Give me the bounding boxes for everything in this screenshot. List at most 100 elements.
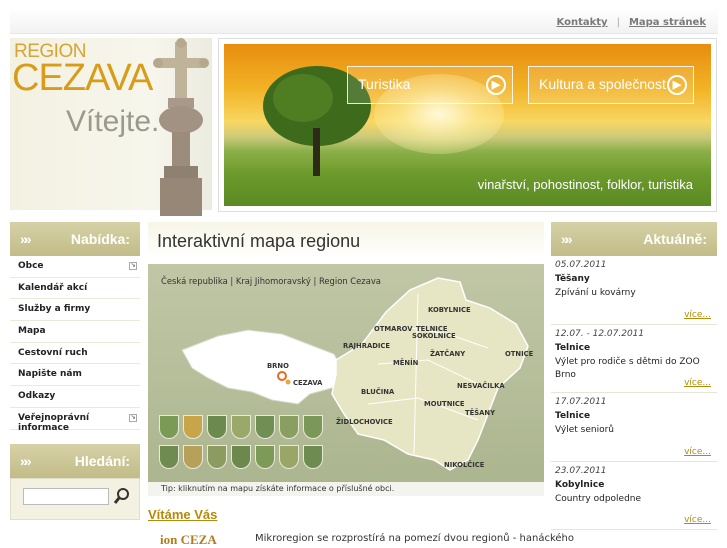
coat-of-arms-icon[interactable] bbox=[255, 445, 275, 469]
coat-of-arms-icon[interactable] bbox=[183, 415, 203, 439]
chevrons-icon: »» bbox=[561, 231, 572, 247]
submenu-icon: ↘ bbox=[129, 262, 137, 270]
news-date: 12.07. - 12.07.2011 bbox=[555, 328, 645, 339]
coat-of-arms-icon[interactable] bbox=[159, 415, 179, 439]
map-town[interactable]: RAJHRADICE bbox=[343, 342, 390, 350]
coat-of-arms-icon[interactable] bbox=[183, 445, 203, 469]
culture-arrow-icon: ▶ bbox=[667, 75, 687, 95]
map-town[interactable]: TELNICE bbox=[416, 325, 447, 333]
map-town[interactable]: NESVAČILKA bbox=[457, 382, 505, 390]
sidebar-item-cestovni-ruch[interactable]: Cestovní ruch bbox=[10, 343, 140, 365]
sidebar-item-label: Kalendář akcí bbox=[18, 282, 88, 293]
news-more-link[interactable]: více... bbox=[684, 310, 711, 320]
map-town[interactable]: ŽIDLOCHOVICE bbox=[336, 418, 393, 426]
sidebar-item-kalendar[interactable]: Kalendář akcí bbox=[10, 278, 140, 300]
news-item: 17.07.2011 Telnice Výlet seniorů více... bbox=[551, 393, 717, 462]
search-box bbox=[10, 478, 140, 520]
coat-of-arms-icon[interactable] bbox=[231, 445, 251, 469]
tourism-link-label: Turistika bbox=[358, 76, 411, 92]
banner-tagline: vinařství, pohostinost, folklor, turisti… bbox=[477, 177, 693, 192]
sidebar-item-label: Cestovní ruch bbox=[18, 347, 88, 358]
stone-cross-icon bbox=[153, 38, 209, 216]
news-title: Aktuálně: bbox=[643, 231, 707, 247]
region-logo-fragment: ion CEZA bbox=[160, 532, 217, 547]
sitemap-link[interactable]: Mapa stránek bbox=[629, 17, 706, 28]
coat-of-arms-icon[interactable] bbox=[207, 415, 227, 439]
news-more-link[interactable]: více... bbox=[684, 447, 711, 457]
coat-of-arms-icon[interactable] bbox=[303, 415, 323, 439]
sidebar-item-label: Mapa bbox=[18, 326, 46, 337]
search-icon[interactable] bbox=[113, 487, 131, 505]
news-item: 12.07. - 12.07.2011 Telnice Výlet pro ro… bbox=[551, 325, 717, 393]
news-date: 23.07.2011 bbox=[555, 465, 607, 476]
news-more-link[interactable]: více... bbox=[684, 515, 711, 525]
sidebar-item-label: Obce bbox=[18, 261, 44, 271]
top-link-separator: | bbox=[616, 17, 620, 28]
culture-link[interactable]: Kultura a společnost ▶ bbox=[528, 66, 694, 104]
search-header: »» Hledání: bbox=[10, 444, 140, 478]
welcome-heading[interactable]: Vítáme Vás bbox=[148, 507, 217, 522]
coat-of-arms-icon[interactable] bbox=[279, 415, 299, 439]
news-date: 17.07.2011 bbox=[555, 397, 607, 407]
news-text: Zpívání u kovárny bbox=[555, 288, 636, 298]
news-text: Výlet seniorů bbox=[555, 425, 615, 435]
top-links: Kontakty | Mapa stránek bbox=[557, 17, 706, 28]
map-town[interactable]: OTNICE bbox=[505, 350, 533, 358]
tourism-link[interactable]: Turistika ▶ bbox=[347, 66, 513, 104]
sidebar-item-sluzby[interactable]: Služby a firmy bbox=[10, 299, 140, 322]
news-header: »» Aktuálně: bbox=[551, 222, 717, 256]
sidebar-item-label: Veřejnoprávní informace bbox=[18, 412, 90, 433]
brand-name-text: CEZAVA bbox=[12, 57, 153, 99]
brand-logo[interactable]: REGION CEZAVA Vítejte. bbox=[10, 38, 212, 216]
coat-of-arms-icon[interactable] bbox=[303, 445, 323, 469]
sidebar-item-napiste-nam[interactable]: Napište nám bbox=[10, 364, 140, 387]
map-town[interactable]: MOUTNICE bbox=[424, 400, 465, 408]
coat-of-arms-icon[interactable] bbox=[207, 445, 227, 469]
news-place: Telnice bbox=[555, 342, 591, 353]
culture-link-label: Kultura a společnost bbox=[539, 76, 666, 92]
sidebar-item-label: Odkazy bbox=[18, 391, 56, 402]
map-town[interactable]: BLUČINA bbox=[361, 388, 394, 396]
news-more-link[interactable]: více... bbox=[684, 378, 711, 388]
search-title: Hledání: bbox=[74, 453, 130, 469]
sidebar-item-odkazy[interactable]: Odkazy bbox=[10, 386, 140, 408]
tourism-arrow-icon: ▶ bbox=[486, 75, 506, 95]
coat-of-arms-icon[interactable] bbox=[159, 445, 179, 469]
sidebar-menu: Obce ↘ Kalendář akcí Služby a firmy Mapa … bbox=[10, 256, 140, 433]
sidebar-item-label: Napište nám bbox=[18, 369, 82, 380]
map-town[interactable]: KOBYLNICE bbox=[428, 306, 471, 314]
menu-title: Nabídka: bbox=[70, 231, 130, 247]
news-text: Country odpoledne bbox=[555, 493, 642, 504]
chevrons-icon: »» bbox=[20, 231, 31, 247]
landscape-image: Turistika ▶ Kultura a společnost ▶ vinař… bbox=[224, 44, 711, 206]
map-label-brno: BRNO bbox=[267, 362, 289, 370]
map-label-cezava: CEZAVA bbox=[293, 379, 323, 387]
search-input[interactable] bbox=[23, 488, 109, 505]
news-item: 23.07.2011 Kobylnice Country odpoledne v… bbox=[551, 462, 717, 530]
coat-of-arms-icon[interactable] bbox=[231, 415, 251, 439]
submenu-icon: ↘ bbox=[129, 413, 137, 422]
chevrons-icon: »» bbox=[20, 453, 31, 469]
news-place: Kobylnice bbox=[555, 479, 605, 490]
sidebar-item-mapa[interactable]: Mapa bbox=[10, 321, 140, 343]
map-town[interactable]: SOKOLNICE bbox=[412, 332, 456, 340]
page-title: Interaktivní mapa regionu bbox=[148, 222, 544, 258]
news-place: Telnice bbox=[555, 411, 591, 421]
map-town[interactable]: NIKOLČICE bbox=[444, 461, 484, 469]
map-tip: Tip: kliknutím na mapu získáte informace… bbox=[161, 484, 395, 493]
news-item: 05.07.2011 Těšany Zpívání u kovárny více… bbox=[551, 256, 717, 325]
news-list: 05.07.2011 Těšany Zpívání u kovárny více… bbox=[551, 256, 717, 530]
map-town[interactable]: ŽATČANY bbox=[430, 350, 465, 358]
map-town[interactable]: MĚNÍN bbox=[393, 359, 418, 367]
coat-of-arms-icon[interactable] bbox=[279, 445, 299, 469]
map-town[interactable]: TĚŠANY bbox=[465, 409, 495, 417]
coat-of-arms-icon[interactable] bbox=[255, 415, 275, 439]
sidebar-item-obce[interactable]: Obce ↘ bbox=[10, 256, 140, 278]
sidebar-item-label: Služby a firmy bbox=[18, 304, 91, 315]
contacts-link[interactable]: Kontakty bbox=[557, 17, 608, 28]
menu-header: »» Nabídka: bbox=[10, 222, 140, 256]
map-town[interactable]: OTMAROV bbox=[374, 325, 413, 333]
region-map[interactable]: Česká republika | Kraj Jihomoravský | Re… bbox=[148, 264, 544, 496]
news-place: Těšany bbox=[555, 274, 590, 284]
sidebar-item-verejnopravni[interactable]: Veřejnoprávní informace ↘ bbox=[10, 408, 140, 433]
